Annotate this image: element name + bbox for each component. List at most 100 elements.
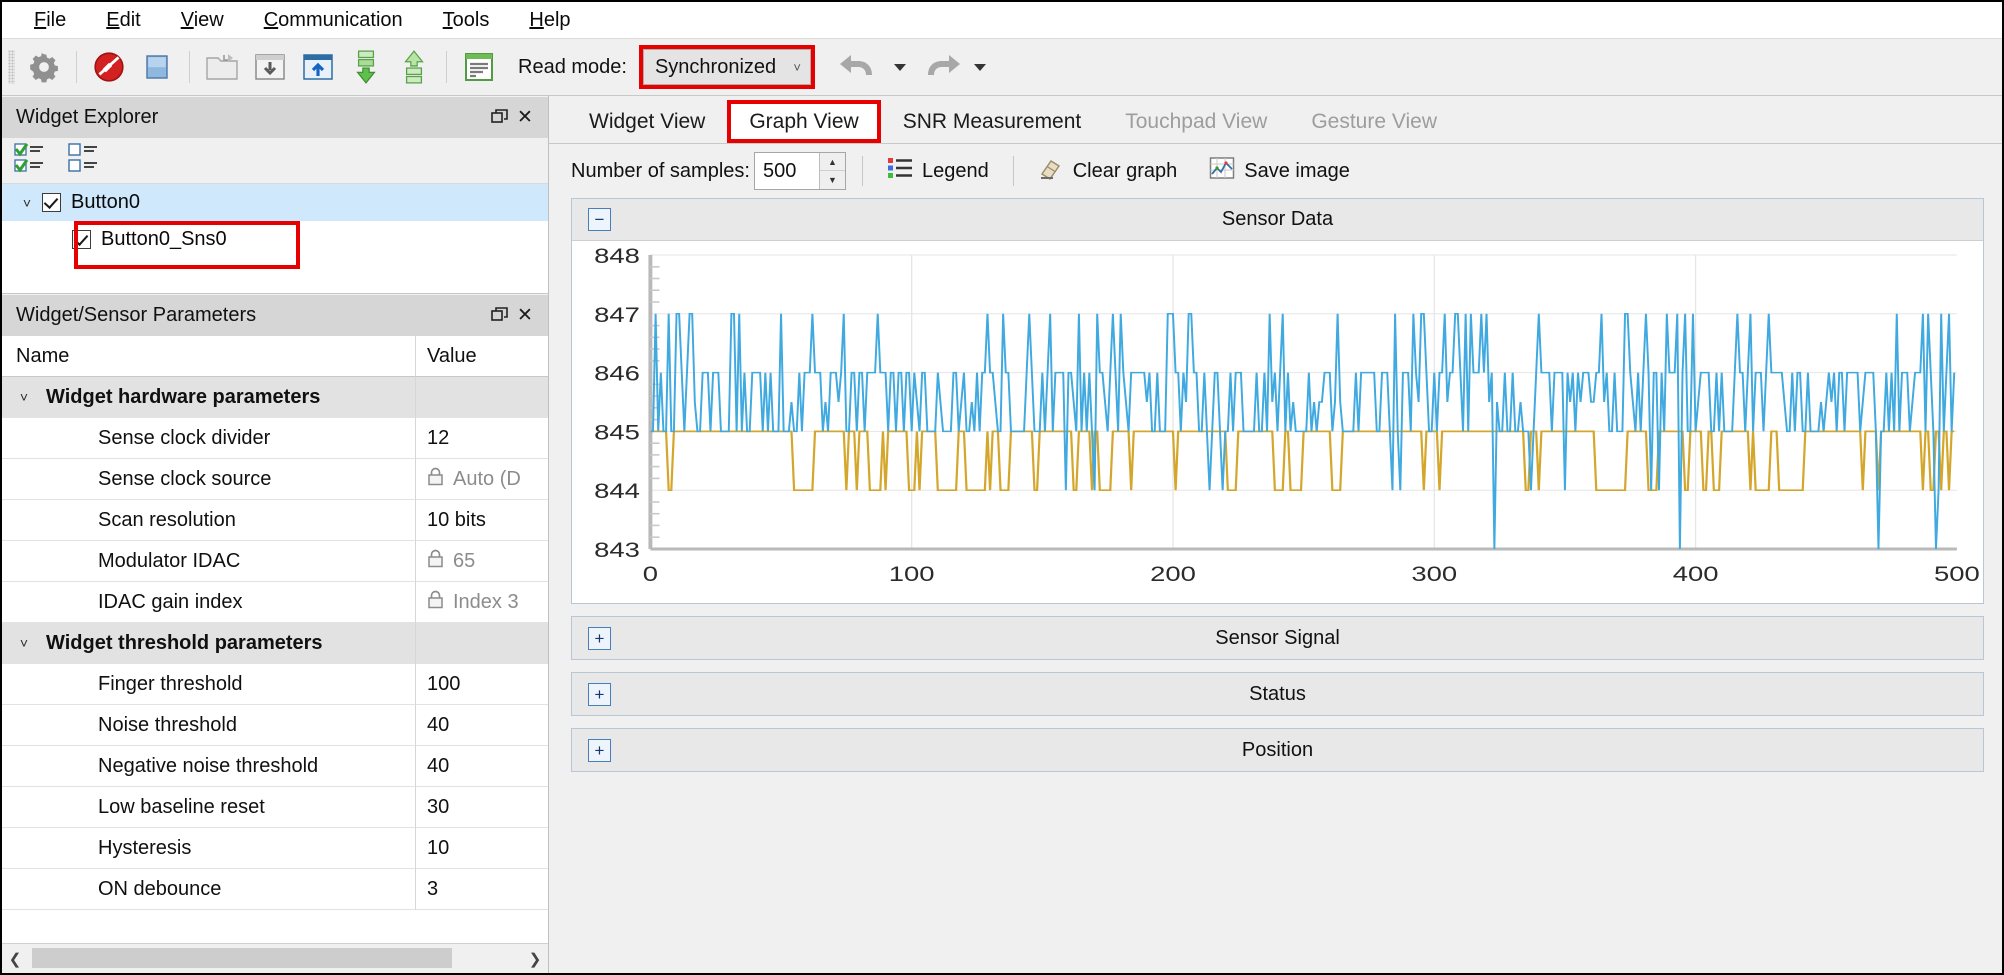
section-position-title: Position — [1241, 738, 1314, 761]
undo-redo-group — [833, 44, 991, 90]
param-value[interactable]: 100 — [415, 664, 548, 705]
float-panel-icon[interactable] — [486, 105, 512, 131]
param-value[interactable]: 10 — [415, 828, 548, 869]
tab-snr-measurement[interactable]: SNR Measurement — [880, 100, 1104, 143]
parameters-horizontal-scrollbar[interactable]: ❮ ❯ — [2, 943, 548, 973]
param-value[interactable]: 40 — [415, 746, 548, 787]
param-group-hardware[interactable]: ˅ Widget hardware parameters — [2, 377, 548, 418]
expand-icon[interactable]: + — [588, 738, 611, 762]
section-position: + Position — [571, 728, 1984, 772]
svg-text:843: 843 — [594, 539, 640, 562]
param-label: IDAC gain index — [98, 590, 243, 613]
widget-explorer-titlebar: Widget Explorer ✕ — [2, 96, 548, 138]
apply-all-icon[interactable] — [391, 44, 437, 90]
param-value: Index 3 — [453, 590, 519, 613]
sensor-data-chart[interactable]: 848 847 846 845 844 843 0 100 200 300 40… — [572, 241, 1983, 603]
undo-dropdown-caret[interactable] — [889, 44, 911, 90]
tree-item-button0-sns0[interactable]: Button0_Sns0 — [2, 221, 548, 258]
chevron-down-icon[interactable]: ˅ — [2, 389, 46, 405]
section-sensor-data-title: Sensor Data — [1221, 208, 1334, 230]
samples-spinner[interactable]: 500 ▲ ▼ — [753, 152, 846, 190]
open-project-icon[interactable] — [199, 44, 245, 90]
section-position-header[interactable]: + Position — [572, 729, 1983, 771]
param-row-on-debounce[interactable]: ON debounce 3 — [2, 869, 548, 910]
param-row-idac-gain-index[interactable]: IDAC gain index Index 3 — [2, 582, 548, 623]
menu-tools[interactable]: Tools — [423, 7, 510, 34]
tree-item-button0-sns0-label: Button0_Sns0 — [101, 228, 227, 250]
menu-edit[interactable]: Edit — [86, 7, 160, 34]
column-header-value: Value — [415, 336, 548, 377]
tab-widget-view[interactable]: Widget View — [567, 100, 728, 143]
param-value[interactable]: 30 — [415, 787, 548, 828]
param-label: Sense clock divider — [98, 426, 271, 449]
parameters-panel: Name Value ˅ Widget hardware parameters S… — [2, 336, 548, 973]
legend-button[interactable]: Legend — [879, 151, 997, 191]
section-sensor-signal: + Sensor Signal — [571, 616, 1984, 660]
disconnect-icon[interactable] — [86, 44, 132, 90]
param-row-negative-noise-threshold[interactable]: Negative noise threshold 40 — [2, 746, 548, 787]
param-value[interactable]: 12 — [415, 418, 548, 459]
expand-icon[interactable]: + — [588, 682, 611, 706]
menu-edit-rest: dit — [119, 8, 141, 31]
param-value[interactable]: 3 — [415, 869, 548, 910]
log-icon[interactable] — [456, 44, 502, 90]
scroll-right-icon[interactable]: ❯ — [522, 950, 548, 968]
param-value[interactable]: 40 — [415, 705, 548, 746]
close-icon[interactable]: ✕ — [512, 105, 538, 131]
redo-button[interactable] — [913, 44, 967, 90]
sensor-data-chart-svg: 848 847 846 845 844 843 0 100 200 300 40… — [594, 245, 1980, 586]
menu-view[interactable]: View — [161, 7, 244, 34]
menu-communication[interactable]: Communication — [244, 7, 423, 34]
tab-graph-view[interactable]: Graph View — [727, 100, 881, 143]
check-all-icon[interactable] — [14, 143, 50, 178]
undo-button[interactable] — [833, 44, 887, 90]
samples-input[interactable]: 500 — [755, 160, 819, 183]
legend-icon — [887, 156, 913, 186]
save-image-button[interactable]: Save image — [1201, 151, 1358, 191]
close-icon-params[interactable]: ✕ — [512, 303, 538, 329]
uncheck-all-icon[interactable] — [68, 143, 104, 178]
eraser-icon — [1038, 156, 1064, 186]
scroll-left-icon[interactable]: ❮ — [2, 950, 28, 968]
section-status-title: Status — [1249, 682, 1306, 705]
param-label: Scan resolution — [98, 508, 236, 531]
clear-graph-button[interactable]: Clear graph — [1030, 151, 1186, 191]
spinner-up-icon[interactable]: ▲ — [819, 153, 845, 171]
param-row-finger-threshold[interactable]: Finger threshold 100 — [2, 664, 548, 705]
param-row-sense-clock-divider[interactable]: Sense clock divider 12 — [2, 418, 548, 459]
redo-dropdown-caret[interactable] — [969, 44, 991, 90]
param-label: Noise threshold — [98, 713, 237, 736]
collapse-icon[interactable]: − — [588, 208, 611, 231]
read-mode-dropdown[interactable]: Synchronized ˅ — [642, 49, 811, 85]
menu-file[interactable]: File — [14, 7, 86, 34]
section-sensor-data-header[interactable]: − Sensor Data — [572, 199, 1983, 241]
section-status-header[interactable]: + Status — [572, 673, 1983, 715]
tree-item-button0-checkbox[interactable] — [42, 193, 61, 212]
settings-gear-icon[interactable] — [21, 44, 67, 90]
param-row-scan-resolution[interactable]: Scan resolution 10 bits — [2, 500, 548, 541]
stop-icon[interactable] — [134, 44, 180, 90]
param-row-modulator-idac[interactable]: Modulator IDAC 65 — [2, 541, 548, 582]
param-row-noise-threshold[interactable]: Noise threshold 40 — [2, 705, 548, 746]
upload-icon[interactable] — [295, 44, 341, 90]
tree-item-button0[interactable]: ˅ Button0 — [2, 184, 548, 221]
lock-icon — [427, 467, 445, 492]
toolbar-grip[interactable] — [8, 50, 15, 84]
chevron-down-icon[interactable]: ˅ — [2, 635, 46, 651]
tree-item-button0-sns0-checkbox[interactable] — [72, 230, 91, 249]
param-value[interactable]: 10 bits — [415, 500, 548, 541]
param-row-low-baseline-reset[interactable]: Low baseline reset 30 — [2, 787, 548, 828]
legend-label: Legend — [921, 159, 989, 182]
param-row-sense-clock-source[interactable]: Sense clock source Auto (D — [2, 459, 548, 500]
scrollbar-thumb[interactable] — [32, 948, 452, 968]
param-row-hysteresis[interactable]: Hysteresis 10 — [2, 828, 548, 869]
download-icon[interactable] — [247, 44, 293, 90]
read-all-icon[interactable] — [343, 44, 389, 90]
float-panel-icon-params[interactable] — [486, 303, 512, 329]
chevron-down-icon[interactable]: ˅ — [12, 195, 42, 211]
spinner-down-icon[interactable]: ▼ — [819, 171, 845, 189]
param-group-threshold[interactable]: ˅ Widget threshold parameters — [2, 623, 548, 664]
menu-help[interactable]: Help — [509, 7, 590, 34]
expand-icon[interactable]: + — [588, 626, 611, 650]
section-sensor-signal-header[interactable]: + Sensor Signal — [572, 617, 1983, 659]
